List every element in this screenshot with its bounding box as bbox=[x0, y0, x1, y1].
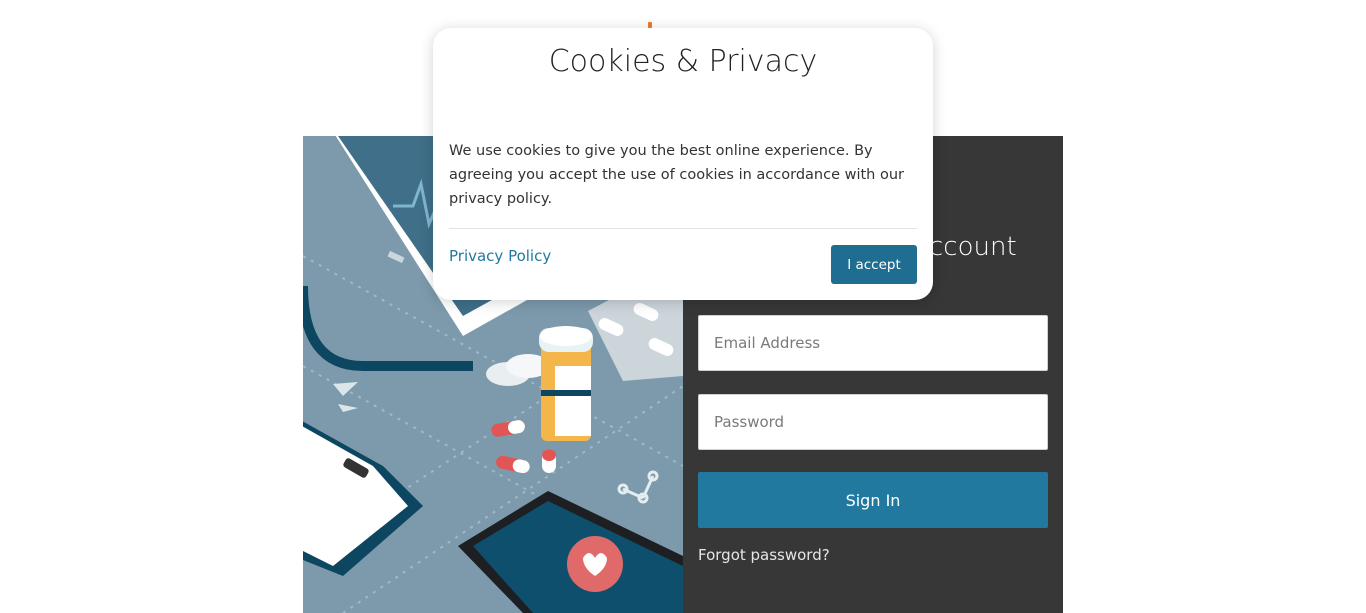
forgot-password-link[interactable]: Forgot password? bbox=[698, 546, 830, 564]
email-field[interactable] bbox=[698, 315, 1048, 371]
privacy-policy-link[interactable]: Privacy Policy bbox=[449, 247, 551, 265]
cookie-dialog-text: We use cookies to give you the best onli… bbox=[449, 143, 905, 207]
cookie-consent-dialog: Cookies & Privacy We use cookies to give… bbox=[433, 28, 933, 300]
login-title: ccount bbox=[929, 232, 1017, 262]
divider bbox=[449, 228, 917, 229]
phone-graphic bbox=[458, 491, 683, 613]
clipboard-graphic bbox=[303, 421, 423, 576]
sign-in-button[interactable]: Sign In bbox=[698, 472, 1048, 528]
password-field[interactable] bbox=[698, 394, 1048, 450]
accept-cookies-button[interactable]: I accept bbox=[831, 245, 917, 284]
pill-bottle-graphic bbox=[539, 326, 593, 441]
cookie-dialog-title: Cookies & Privacy bbox=[548, 44, 818, 79]
